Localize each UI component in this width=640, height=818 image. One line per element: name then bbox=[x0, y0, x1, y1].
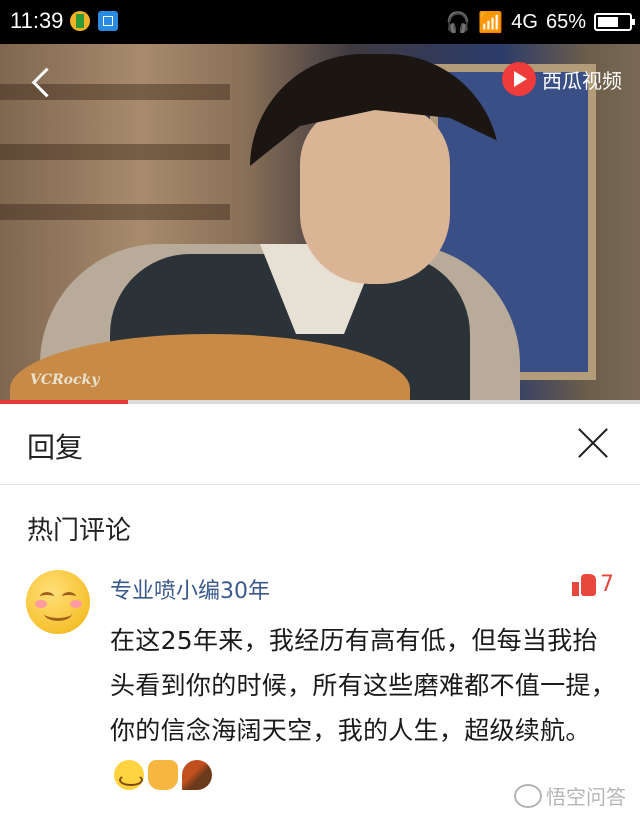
notification-app-icon bbox=[70, 11, 90, 31]
screenshot-icon bbox=[98, 11, 118, 31]
wukong-watermark: 悟空问答 bbox=[514, 781, 626, 810]
reply-panel-header: 回复 bbox=[0, 404, 640, 485]
status-indicators: 🎧 📶 4G 65% bbox=[445, 0, 635, 44]
crying-emoji-icon bbox=[114, 760, 144, 790]
back-button[interactable] bbox=[22, 64, 62, 104]
thumbs-up-icon bbox=[572, 573, 596, 596]
avatar[interactable] bbox=[26, 570, 90, 634]
reply-title: 回复 bbox=[27, 431, 84, 464]
comment-username[interactable]: 专业喷小编30年 bbox=[110, 573, 270, 605]
like-count: 7 bbox=[600, 572, 614, 597]
headphones-icon: 🎧 bbox=[445, 11, 471, 34]
video-watermark: VCRocky bbox=[30, 372, 100, 388]
status-bar: 11:39 🎧 📶 4G 65% bbox=[0, 0, 640, 44]
watermark-text: 悟空问答 bbox=[546, 785, 626, 809]
brand-name: 西瓜视频 bbox=[542, 68, 622, 93]
video-player[interactable]: VCRocky 西瓜视频 bbox=[0, 44, 640, 404]
comment-text: 在这25年来，我经历有高有低，但每当我抬头看到你的时候，所有这些磨难都不值一提，… bbox=[110, 618, 620, 798]
hot-comments-title: 热门评论 bbox=[27, 516, 132, 546]
battery-icon bbox=[594, 13, 635, 31]
guitar-emoji-icon bbox=[182, 760, 212, 790]
comment-body: 在这25年来，我经历有高有低，但每当我抬头看到你的时候，所有这些磨难都不值一提，… bbox=[110, 626, 617, 745]
wukong-logo-icon bbox=[514, 783, 542, 808]
play-logo-icon bbox=[502, 62, 536, 96]
xigua-logo: 西瓜视频 bbox=[502, 62, 622, 96]
log-wall bbox=[0, 144, 230, 160]
like-button[interactable]: 7 bbox=[572, 572, 614, 597]
avatar-mouth bbox=[44, 606, 72, 621]
person-face bbox=[300, 104, 450, 284]
wifi-icon: 📶 bbox=[478, 11, 504, 34]
rock-hand-emoji-icon bbox=[148, 760, 178, 790]
battery-percent: 65% bbox=[545, 10, 586, 33]
status-time: 11:39 bbox=[10, 8, 64, 33]
close-icon[interactable] bbox=[576, 426, 610, 460]
log-wall bbox=[0, 204, 230, 220]
network-type: 4G bbox=[511, 10, 538, 33]
